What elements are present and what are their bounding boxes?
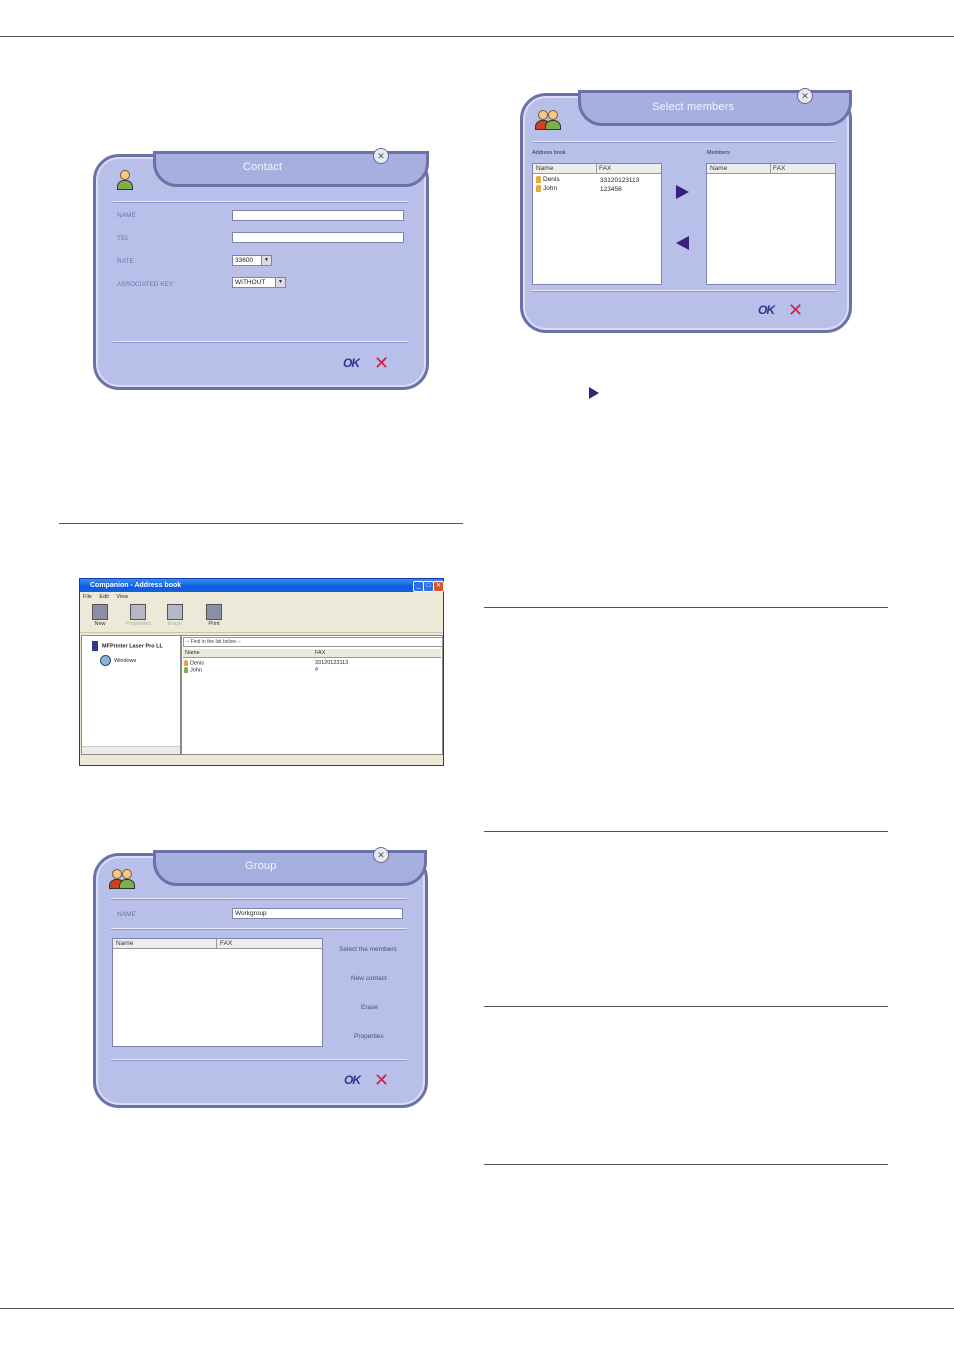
horizontal-scrollbar[interactable]: [82, 746, 180, 754]
column-header-name[interactable]: Name: [185, 649, 200, 657]
trash-icon: [167, 604, 183, 620]
directory-tree[interactable]: MFPrinter Laser Pro LL Windows: [81, 635, 181, 755]
status-bar: [80, 757, 443, 765]
tree-item-windows[interactable]: Windows: [100, 655, 136, 666]
list-header: Name FAX: [183, 649, 441, 658]
address-book-label: Address book: [532, 150, 566, 156]
contact-list-pane: -- Find in the list below -- Name FAX De…: [181, 635, 443, 755]
ok-button[interactable]: OK: [758, 303, 775, 317]
name-field[interactable]: [232, 210, 404, 221]
column-header-fax[interactable]: FAX: [596, 164, 659, 173]
close-icon[interactable]: ✕: [373, 148, 389, 164]
add-member-arrow-icon[interactable]: [676, 185, 689, 199]
column-header-name[interactable]: Name: [533, 164, 597, 173]
cancel-button[interactable]: ✕: [374, 1071, 389, 1089]
section-rule-right-1: [484, 607, 888, 608]
chevron-down-icon: ▼: [275, 278, 285, 287]
find-input[interactable]: -- Find in the list below --: [183, 637, 443, 647]
list-item-fax: 123456: [600, 186, 622, 193]
group-dialog: Group ✕ NAME Workgroup Name FAX Select t…: [93, 847, 428, 1108]
printer-icon: [206, 604, 222, 620]
tel-label: TEL: [117, 235, 129, 242]
address-book-window: Companion - Address book _ □ ✕ File Edit…: [79, 578, 444, 766]
close-icon[interactable]: ✕: [373, 847, 389, 863]
bottom-rule: [0, 1308, 954, 1309]
group-name-field[interactable]: Workgroup: [232, 908, 403, 919]
group-members-list[interactable]: Name FAX: [112, 938, 323, 1047]
table-cell-fax: 33120123113: [315, 660, 349, 666]
column-header-name[interactable]: Name: [707, 164, 771, 173]
contact-avatar-icon: [115, 170, 135, 190]
rate-label: RATE: [117, 258, 134, 265]
add-member-arrow-icon: [589, 387, 599, 399]
windows-book-icon: [100, 655, 111, 666]
address-book-list[interactable]: Name FAX Denis 33120123113 John 123456: [532, 163, 662, 285]
section-rule-right-2: [484, 831, 888, 832]
cancel-button[interactable]: ✕: [374, 354, 389, 372]
menu-view[interactable]: View: [116, 594, 128, 600]
group-avatar-icon: [534, 108, 562, 132]
menu-bar: File Edit View: [80, 593, 443, 601]
printer-icon: [92, 641, 98, 651]
dialog-title: Select members: [652, 101, 735, 113]
list-item[interactable]: Denis: [536, 176, 560, 183]
person-icon: [536, 176, 541, 183]
select-members-dialog: Select members ✕ Address book Members Na…: [520, 88, 852, 333]
person-icon: [536, 185, 541, 192]
properties-icon: [130, 604, 146, 620]
new-contact-icon: [92, 604, 108, 620]
contact-dialog: Contact ✕ NAME TEL RATE 33600 ▼ ASSOCIAT…: [93, 148, 429, 390]
chevron-down-icon: ▼: [261, 256, 271, 265]
tel-field[interactable]: [232, 232, 404, 243]
dialog-title: Contact: [243, 161, 283, 173]
close-icon[interactable]: ✕: [797, 88, 813, 104]
rate-select[interactable]: 33600 ▼: [232, 255, 272, 266]
section-rule-right-3: [484, 1006, 888, 1007]
erase-button[interactable]: Erase: [163, 604, 187, 627]
name-label: NAME: [117, 911, 136, 918]
properties-button[interactable]: Properties: [126, 604, 151, 627]
person-icon: [184, 660, 188, 666]
table-cell-fax: #: [315, 667, 319, 673]
column-header-fax[interactable]: FAX: [770, 164, 833, 173]
list-item[interactable]: John: [536, 185, 557, 192]
dialog-title: Group: [245, 860, 277, 872]
ok-button[interactable]: OK: [344, 1073, 361, 1087]
cancel-button[interactable]: ✕: [788, 301, 803, 319]
new-button[interactable]: New: [88, 604, 112, 627]
name-label: NAME: [117, 212, 136, 219]
column-header-fax[interactable]: FAX: [217, 939, 320, 948]
close-icon[interactable]: ✕: [433, 581, 444, 592]
menu-file[interactable]: File: [83, 594, 92, 600]
section-rule-left: [59, 523, 463, 524]
top-rule: [0, 36, 954, 37]
associated-key-select[interactable]: WITHOUT ▼: [232, 277, 286, 288]
column-header-fax[interactable]: FAX: [315, 649, 325, 657]
table-row[interactable]: Denis: [184, 660, 204, 666]
select-members-button[interactable]: Select the members: [339, 946, 397, 953]
section-rule-right-4: [484, 1164, 888, 1165]
menu-edit[interactable]: Edit: [99, 594, 108, 600]
list-item-fax: 33120123113: [600, 177, 640, 184]
window-title: Companion - Address book: [80, 579, 443, 592]
ok-button[interactable]: OK: [343, 356, 360, 370]
remove-member-arrow-icon[interactable]: [676, 236, 689, 250]
table-row[interactable]: John: [184, 667, 202, 673]
associated-key-label: ASSOCIATED KEY: [117, 281, 174, 288]
new-contact-button[interactable]: New contact: [351, 975, 387, 982]
properties-button[interactable]: Properties: [354, 1033, 384, 1040]
toolbar: New Properties Erase Print: [80, 602, 443, 633]
erase-button[interactable]: Erase: [361, 1004, 378, 1011]
tree-item-printer[interactable]: MFPrinter Laser Pro LL: [92, 641, 163, 651]
members-label: Members: [707, 150, 730, 156]
column-header-name[interactable]: Name: [113, 939, 217, 948]
members-list[interactable]: Name FAX: [706, 163, 836, 285]
group-avatar-icon: [108, 867, 136, 891]
print-button[interactable]: Print: [202, 604, 226, 627]
group-person-icon: [184, 667, 188, 673]
